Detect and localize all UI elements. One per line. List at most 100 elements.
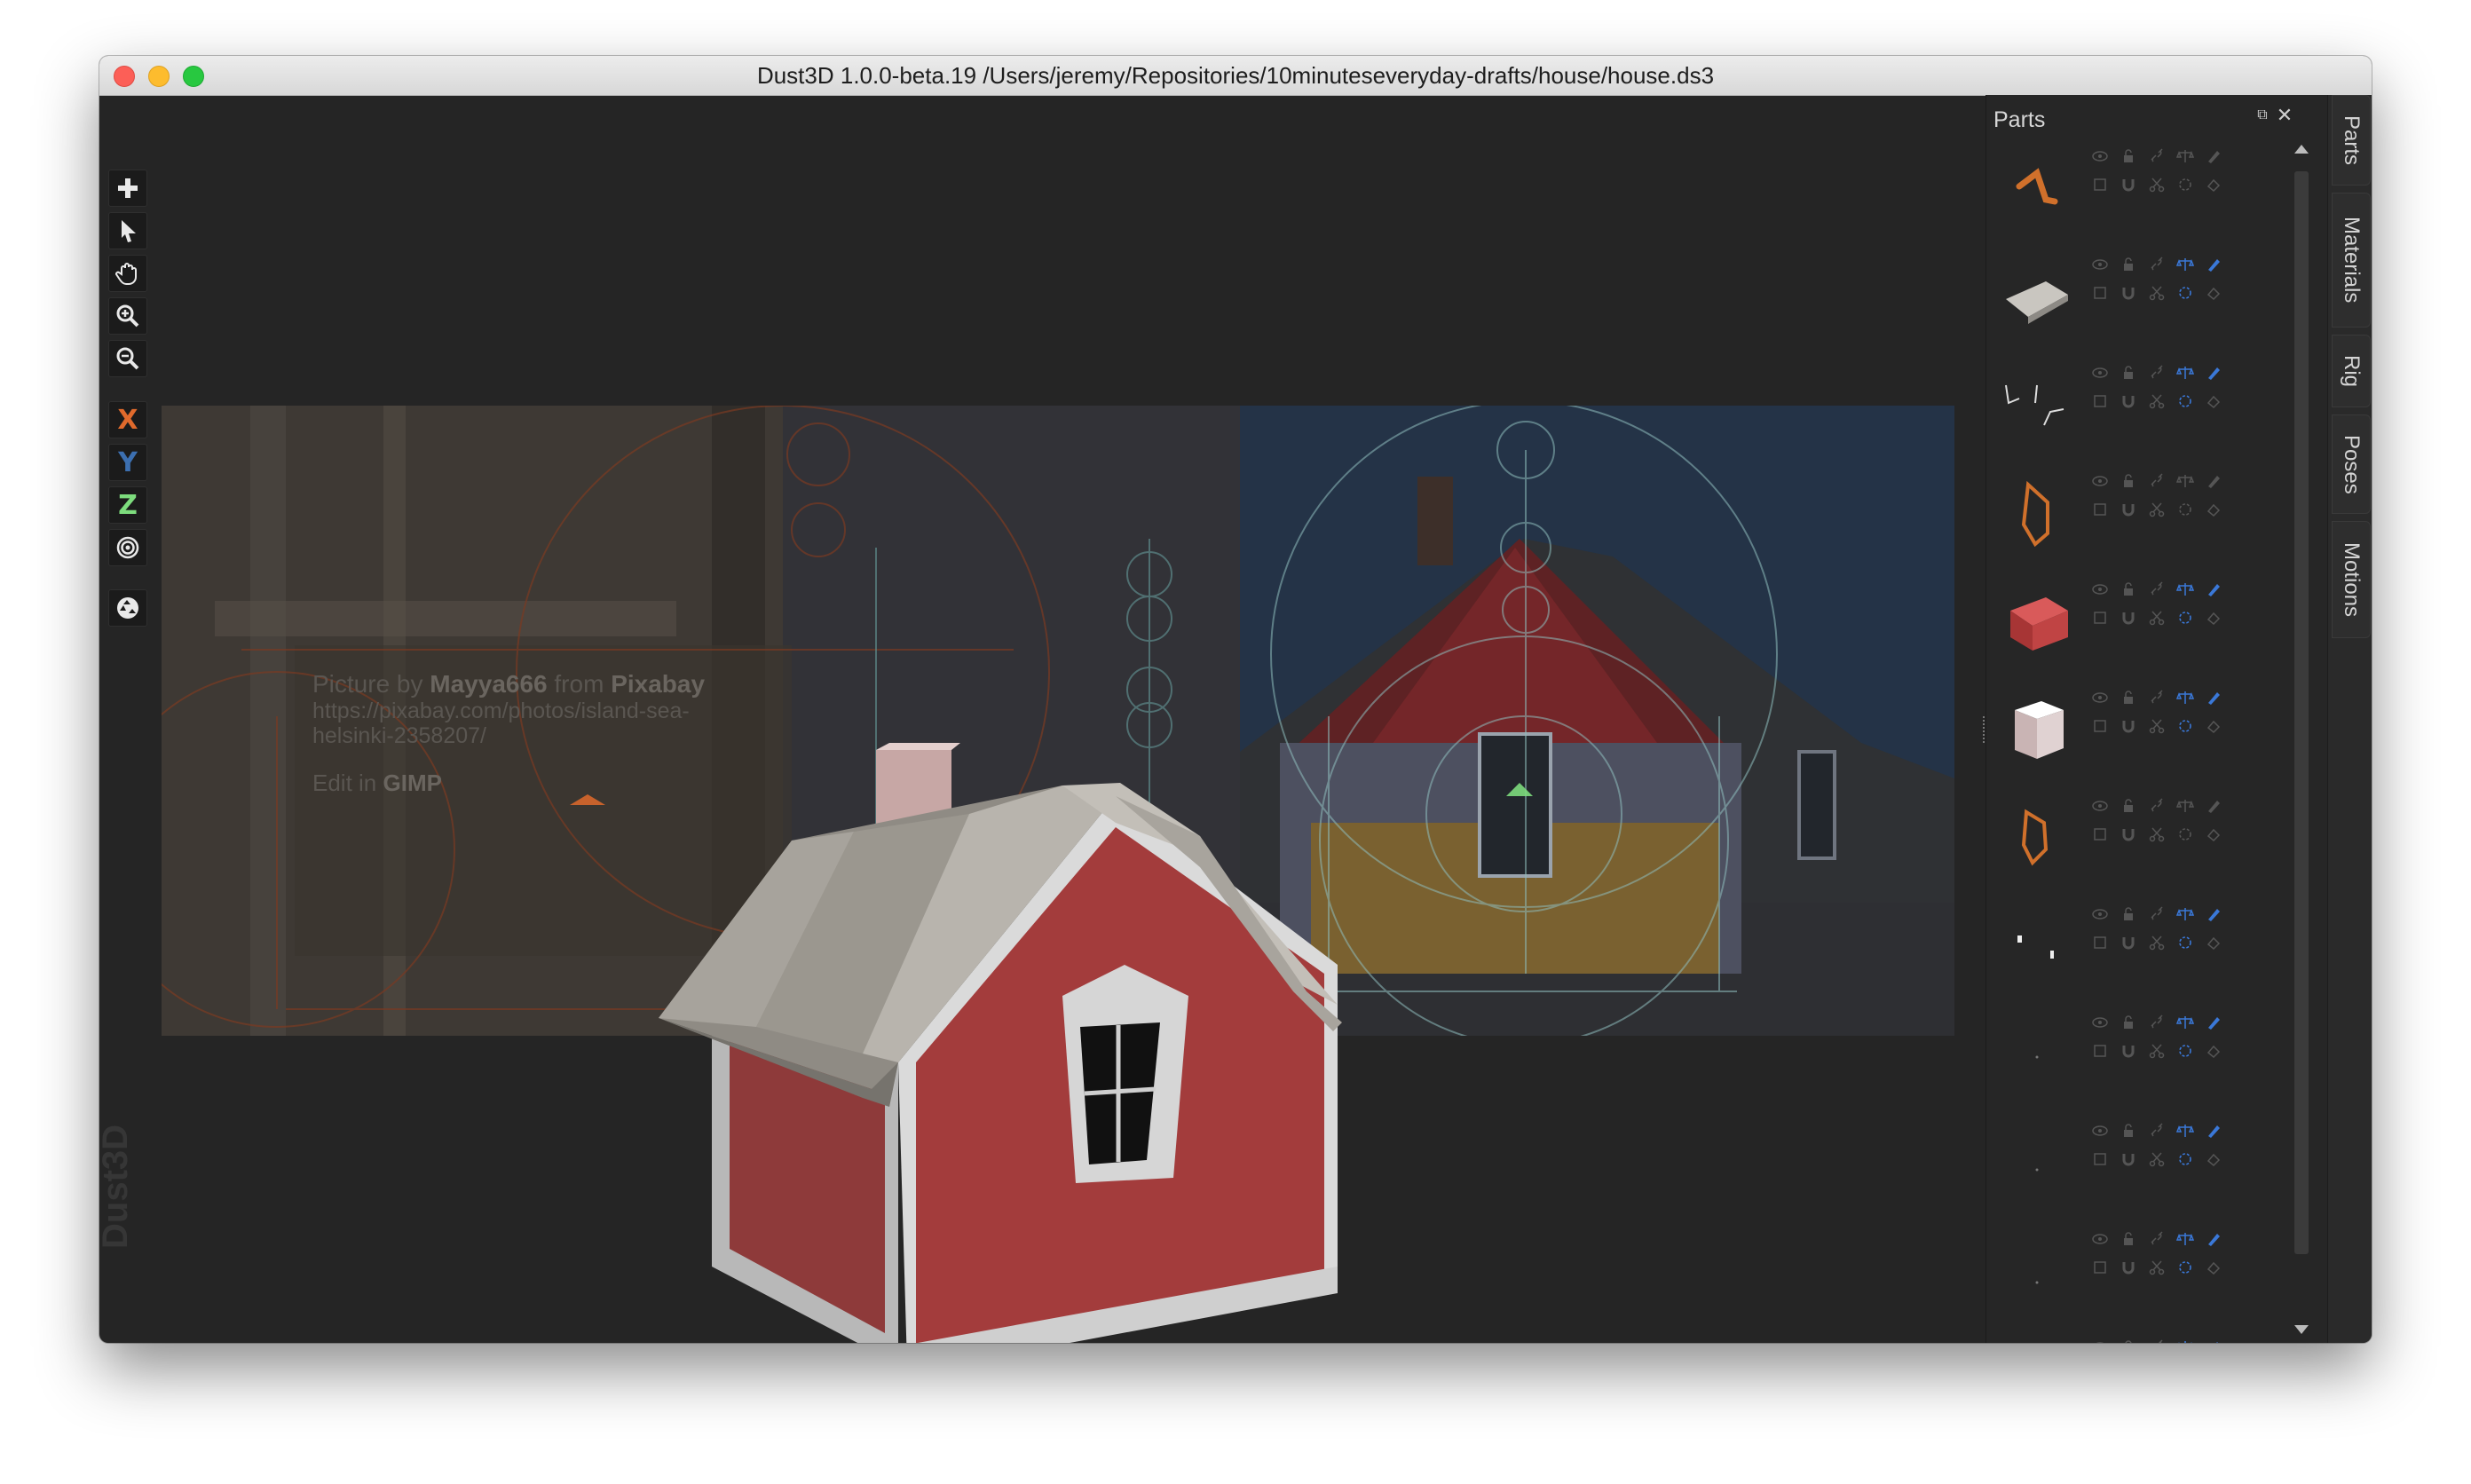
lock-icon[interactable] bbox=[2119, 1338, 2138, 1343]
part-thumbnail[interactable] bbox=[1993, 571, 2081, 659]
fill-icon[interactable] bbox=[2204, 825, 2223, 844]
add-tool-button[interactable] bbox=[108, 170, 147, 207]
radius-lock-button[interactable] bbox=[108, 529, 147, 566]
balance-icon[interactable] bbox=[2175, 1013, 2195, 1032]
cut-icon[interactable] bbox=[2147, 1258, 2167, 1277]
cut-icon[interactable] bbox=[2147, 500, 2167, 519]
pan-tool-button[interactable] bbox=[108, 255, 147, 292]
part-thumbnail[interactable] bbox=[1993, 138, 2081, 226]
checkbox-icon[interactable] bbox=[2090, 391, 2110, 411]
link-icon[interactable] bbox=[2147, 255, 2167, 274]
part-thumbnail[interactable] bbox=[1993, 246, 2081, 335]
balance-icon[interactable] bbox=[2175, 688, 2195, 707]
cut-icon[interactable] bbox=[2147, 825, 2167, 844]
part-thumbnail[interactable] bbox=[1993, 787, 2081, 876]
color-brush-icon[interactable] bbox=[2204, 904, 2223, 924]
link-icon[interactable] bbox=[2147, 904, 2167, 924]
scroll-thumb[interactable] bbox=[2294, 171, 2309, 1254]
part-row[interactable] bbox=[1985, 679, 2261, 775]
balance-icon[interactable] bbox=[2175, 255, 2195, 274]
scroll-down-icon[interactable] bbox=[2294, 1325, 2309, 1334]
parts-scrollbar[interactable] bbox=[2292, 145, 2309, 1343]
color-brush-icon[interactable] bbox=[2204, 471, 2223, 491]
part-row[interactable] bbox=[1985, 246, 2261, 342]
cut-icon[interactable] bbox=[2147, 608, 2167, 628]
checkbox-icon[interactable] bbox=[2090, 608, 2110, 628]
link-icon[interactable] bbox=[2147, 688, 2167, 707]
x-axis-lock-button[interactable]: X bbox=[108, 401, 147, 438]
color-brush-icon[interactable] bbox=[2204, 363, 2223, 383]
visibility-icon[interactable] bbox=[2090, 1338, 2110, 1343]
rotate-icon[interactable] bbox=[2175, 933, 2195, 952]
part-thumbnail[interactable] bbox=[1993, 896, 2081, 984]
link-icon[interactable] bbox=[2147, 796, 2167, 816]
color-brush-icon[interactable] bbox=[2204, 580, 2223, 599]
rotate-icon[interactable] bbox=[2175, 825, 2195, 844]
rotate-icon[interactable] bbox=[2175, 716, 2195, 736]
magnet-icon[interactable] bbox=[2119, 391, 2138, 411]
fill-icon[interactable] bbox=[2204, 391, 2223, 411]
color-brush-icon[interactable] bbox=[2204, 1338, 2223, 1343]
cut-icon[interactable] bbox=[2147, 175, 2167, 194]
rotate-icon[interactable] bbox=[2175, 608, 2195, 628]
fill-icon[interactable] bbox=[2204, 1041, 2223, 1061]
balance-icon[interactable] bbox=[2175, 471, 2195, 491]
visibility-icon[interactable] bbox=[2090, 580, 2110, 599]
part-thumbnail[interactable] bbox=[1993, 1220, 2081, 1309]
tab-motions[interactable]: Motions bbox=[2332, 521, 2371, 638]
cut-icon[interactable] bbox=[2147, 716, 2167, 736]
link-icon[interactable] bbox=[2147, 1013, 2167, 1032]
balance-icon[interactable] bbox=[2175, 796, 2195, 816]
lock-icon[interactable] bbox=[2119, 796, 2138, 816]
regenerate-button[interactable] bbox=[108, 589, 147, 627]
magnet-icon[interactable] bbox=[2119, 716, 2138, 736]
cut-icon[interactable] bbox=[2147, 283, 2167, 303]
link-icon[interactable] bbox=[2147, 146, 2167, 166]
fill-icon[interactable] bbox=[2204, 175, 2223, 194]
rotate-icon[interactable] bbox=[2175, 175, 2195, 194]
rotate-icon[interactable] bbox=[2175, 283, 2195, 303]
lock-icon[interactable] bbox=[2119, 688, 2138, 707]
checkbox-icon[interactable] bbox=[2090, 1149, 2110, 1169]
part-row[interactable] bbox=[1985, 1220, 2261, 1316]
visibility-icon[interactable] bbox=[2090, 146, 2110, 166]
link-icon[interactable] bbox=[2147, 363, 2167, 383]
part-thumbnail[interactable] bbox=[1993, 462, 2081, 551]
visibility-icon[interactable] bbox=[2090, 1229, 2110, 1249]
fill-icon[interactable] bbox=[2204, 500, 2223, 519]
scroll-up-icon[interactable] bbox=[2294, 145, 2309, 154]
part-row[interactable] bbox=[1985, 571, 2261, 667]
part-row[interactable] bbox=[1985, 1329, 2261, 1343]
lock-icon[interactable] bbox=[2119, 904, 2138, 924]
lock-icon[interactable] bbox=[2119, 255, 2138, 274]
balance-icon[interactable] bbox=[2175, 1229, 2195, 1249]
visibility-icon[interactable] bbox=[2090, 471, 2110, 491]
cut-icon[interactable] bbox=[2147, 1041, 2167, 1061]
zoom-in-tool-button[interactable] bbox=[108, 297, 147, 335]
color-brush-icon[interactable] bbox=[2204, 796, 2223, 816]
cut-icon[interactable] bbox=[2147, 1149, 2167, 1169]
cut-icon[interactable] bbox=[2147, 391, 2167, 411]
checkbox-icon[interactable] bbox=[2090, 1041, 2110, 1061]
visibility-icon[interactable] bbox=[2090, 796, 2110, 816]
magnet-icon[interactable] bbox=[2119, 500, 2138, 519]
house-model[interactable] bbox=[632, 645, 1431, 1343]
fill-icon[interactable] bbox=[2204, 283, 2223, 303]
tab-parts[interactable]: Parts bbox=[2332, 95, 2371, 186]
color-brush-icon[interactable] bbox=[2204, 1229, 2223, 1249]
color-brush-icon[interactable] bbox=[2204, 1013, 2223, 1032]
part-thumbnail[interactable] bbox=[1993, 354, 2081, 443]
magnet-icon[interactable] bbox=[2119, 1041, 2138, 1061]
checkbox-icon[interactable] bbox=[2090, 825, 2110, 844]
lock-icon[interactable] bbox=[2119, 471, 2138, 491]
part-thumbnail[interactable] bbox=[1993, 1329, 2081, 1343]
part-row[interactable] bbox=[1985, 1112, 2261, 1208]
magnet-icon[interactable] bbox=[2119, 175, 2138, 194]
part-row[interactable] bbox=[1985, 462, 2261, 558]
magnet-icon[interactable] bbox=[2119, 283, 2138, 303]
visibility-icon[interactable] bbox=[2090, 1013, 2110, 1032]
checkbox-icon[interactable] bbox=[2090, 175, 2110, 194]
magnet-icon[interactable] bbox=[2119, 933, 2138, 952]
lock-icon[interactable] bbox=[2119, 363, 2138, 383]
part-thumbnail[interactable] bbox=[1993, 1112, 2081, 1201]
